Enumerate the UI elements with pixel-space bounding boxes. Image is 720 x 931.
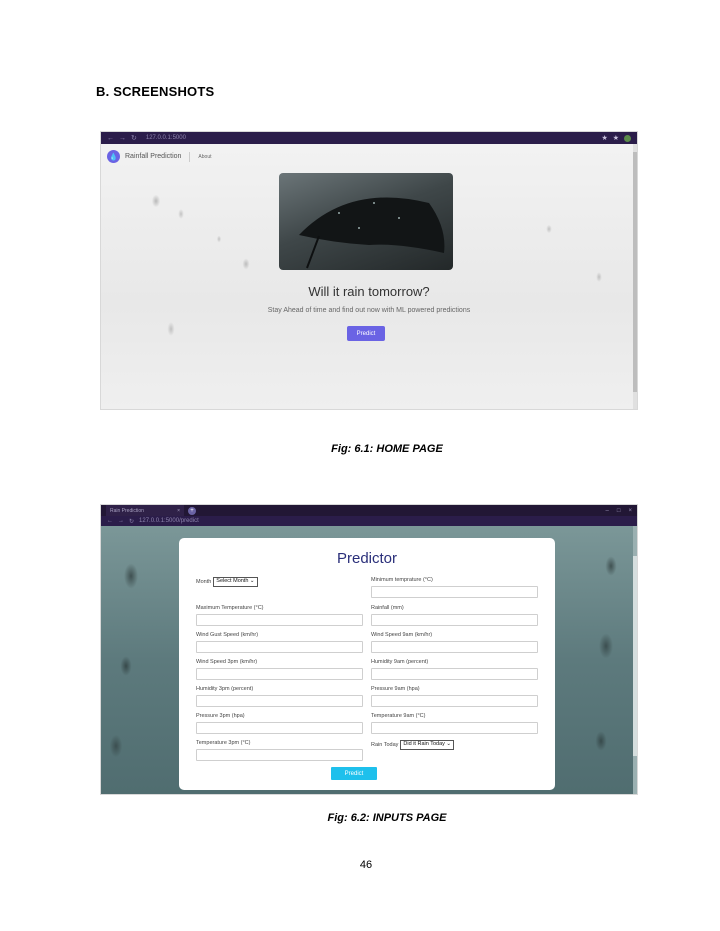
field-label: Temperature 9am (°C) bbox=[371, 713, 426, 719]
nav-divider bbox=[189, 151, 191, 162]
humidity-3pm-field: Humidity 3pm (percent) bbox=[196, 686, 363, 707]
navbar: 💧 Rainfall Prediction About bbox=[107, 150, 212, 163]
field-label: Wind Gust Speed (km/hr) bbox=[196, 632, 259, 638]
month-label: Month bbox=[196, 579, 212, 585]
temp-9am-input[interactable] bbox=[371, 722, 538, 734]
browser-toolbar: ← → ↻ 127.0.0.1:5000/predict bbox=[101, 516, 637, 526]
address-bar[interactable]: 127.0.0.1:5000/predict bbox=[139, 518, 199, 524]
close-tab-icon[interactable]: × bbox=[177, 508, 180, 514]
field-label: Temperature 3pm (°C) bbox=[196, 740, 251, 746]
profile-avatar[interactable] bbox=[624, 134, 631, 142]
tab-strip: Rain Prediction × + – □ × bbox=[101, 505, 637, 516]
figure-caption: Fig: 6.2: INPUTS PAGE bbox=[327, 812, 447, 824]
back-icon[interactable]: ← bbox=[107, 518, 113, 524]
min-temp-input[interactable] bbox=[371, 586, 538, 598]
pressure-9am-input[interactable] bbox=[371, 695, 538, 707]
headline: Will it rain tomorrow? bbox=[308, 284, 430, 299]
new-tab-icon[interactable]: + bbox=[188, 506, 196, 515]
field-label: Maximum Temperature (°C) bbox=[196, 605, 264, 611]
rain-today-field: Rain Today Did it Rain Today ⌄ bbox=[371, 740, 455, 750]
pressure-3pm-field: Pressure 3pm (hpa) bbox=[196, 713, 363, 734]
temp-3pm-input[interactable] bbox=[196, 749, 363, 761]
scrollbar-thumb[interactable] bbox=[633, 556, 637, 756]
tab-rain-prediction[interactable]: Rain Prediction × bbox=[106, 505, 184, 516]
rain-today-label: Rain Today bbox=[371, 742, 399, 748]
rainfall-input[interactable] bbox=[371, 614, 538, 626]
month-select[interactable]: Select Month ⌄ bbox=[213, 577, 258, 587]
field-label: Pressure 9am (hpa) bbox=[371, 686, 420, 692]
reload-icon[interactable]: ↻ bbox=[129, 518, 134, 525]
section-heading: B. SCREENSHOTS bbox=[96, 84, 215, 99]
forward-icon[interactable]: → bbox=[118, 518, 124, 524]
field-label: Humidity 3pm (percent) bbox=[196, 686, 254, 692]
scrollbar[interactable] bbox=[633, 526, 637, 794]
humidity-3pm-input[interactable] bbox=[196, 695, 363, 707]
max-temp-input[interactable] bbox=[196, 614, 363, 626]
minimize-icon[interactable]: – bbox=[606, 508, 609, 514]
brand-name[interactable]: Rainfall Prediction bbox=[125, 153, 181, 160]
field-label: Wind Speed 9am (km/hr) bbox=[371, 632, 433, 638]
browser-toolbar: ← → ↻ 127.0.0.1:5000 ★ ★ bbox=[101, 132, 637, 144]
inputs-page-screenshot: Rain Prediction × + – □ × ← → ↻ 127.0.0.1… bbox=[100, 504, 638, 795]
raindrop-logo-icon[interactable]: 💧 bbox=[107, 150, 120, 163]
page-number: 46 bbox=[359, 859, 373, 871]
maximize-icon[interactable]: □ bbox=[617, 508, 621, 514]
home-page-screenshot: ← → ↻ 127.0.0.1:5000 ★ ★ 💧 Rainfall Pred… bbox=[100, 131, 638, 410]
field-label: Pressure 3pm (hpa) bbox=[196, 713, 245, 719]
field-label: Wind Speed 3pm (km/hr) bbox=[196, 659, 258, 665]
scrollbar-thumb[interactable] bbox=[633, 152, 637, 392]
reload-icon[interactable]: ↻ bbox=[131, 134, 137, 142]
window-controls: – □ × bbox=[606, 508, 632, 514]
humidity-9am-input[interactable] bbox=[371, 668, 538, 680]
subheadline: Stay Ahead of time and find out now with… bbox=[267, 307, 471, 314]
pressure-3pm-input[interactable] bbox=[196, 722, 363, 734]
predict-button[interactable]: Predict bbox=[347, 326, 385, 341]
back-icon[interactable]: ← bbox=[107, 135, 114, 142]
close-window-icon[interactable]: × bbox=[628, 508, 632, 514]
wind-3pm-input[interactable] bbox=[196, 668, 363, 680]
address-bar[interactable]: 127.0.0.1:5000 bbox=[146, 135, 186, 141]
field-label: Rainfall (mm) bbox=[371, 605, 404, 611]
extensions-icon[interactable]: ★ bbox=[613, 134, 619, 142]
field-label: Minimum temprature (°C) bbox=[371, 577, 433, 583]
wind-9am-field: Wind Speed 9am (km/hr) bbox=[371, 632, 538, 653]
temp-3pm-field: Temperature 3pm (°C) bbox=[196, 740, 363, 761]
wind-9am-input[interactable] bbox=[371, 641, 538, 653]
rain-today-select[interactable]: Did it Rain Today ⌄ bbox=[400, 740, 455, 750]
wind-gust-input[interactable] bbox=[196, 641, 363, 653]
forward-icon[interactable]: → bbox=[119, 135, 126, 142]
nav-about-link[interactable]: About bbox=[198, 154, 211, 160]
wind-gust-field: Wind Gust Speed (km/hr) bbox=[196, 632, 363, 653]
umbrella-rain-image bbox=[279, 173, 453, 270]
pressure-9am-field: Pressure 9am (hpa) bbox=[371, 686, 538, 707]
figure-caption: Fig: 6.1: HOME PAGE bbox=[331, 443, 443, 455]
humidity-9am-field: Humidity 9am (percent) bbox=[371, 659, 538, 680]
min-temp-field: Minimum temprature (°C) bbox=[371, 577, 538, 598]
max-temp-field: Maximum Temperature (°C) bbox=[196, 605, 363, 626]
predictor-form: Predictor Month Select Month ⌄ Minimum t… bbox=[179, 538, 555, 790]
month-field: Month Select Month ⌄ bbox=[196, 577, 258, 587]
scrollbar[interactable] bbox=[633, 144, 637, 409]
field-label: Humidity 9am (percent) bbox=[371, 659, 429, 665]
rainfall-field: Rainfall (mm) bbox=[371, 605, 538, 626]
temp-9am-field: Temperature 9am (°C) bbox=[371, 713, 538, 734]
wind-3pm-field: Wind Speed 3pm (km/hr) bbox=[196, 659, 363, 680]
bookmark-star-icon[interactable]: ★ bbox=[601, 134, 607, 142]
predict-button[interactable]: Predict bbox=[331, 767, 377, 780]
tab-title: Rain Prediction bbox=[110, 507, 144, 514]
form-title: Predictor bbox=[336, 550, 398, 567]
